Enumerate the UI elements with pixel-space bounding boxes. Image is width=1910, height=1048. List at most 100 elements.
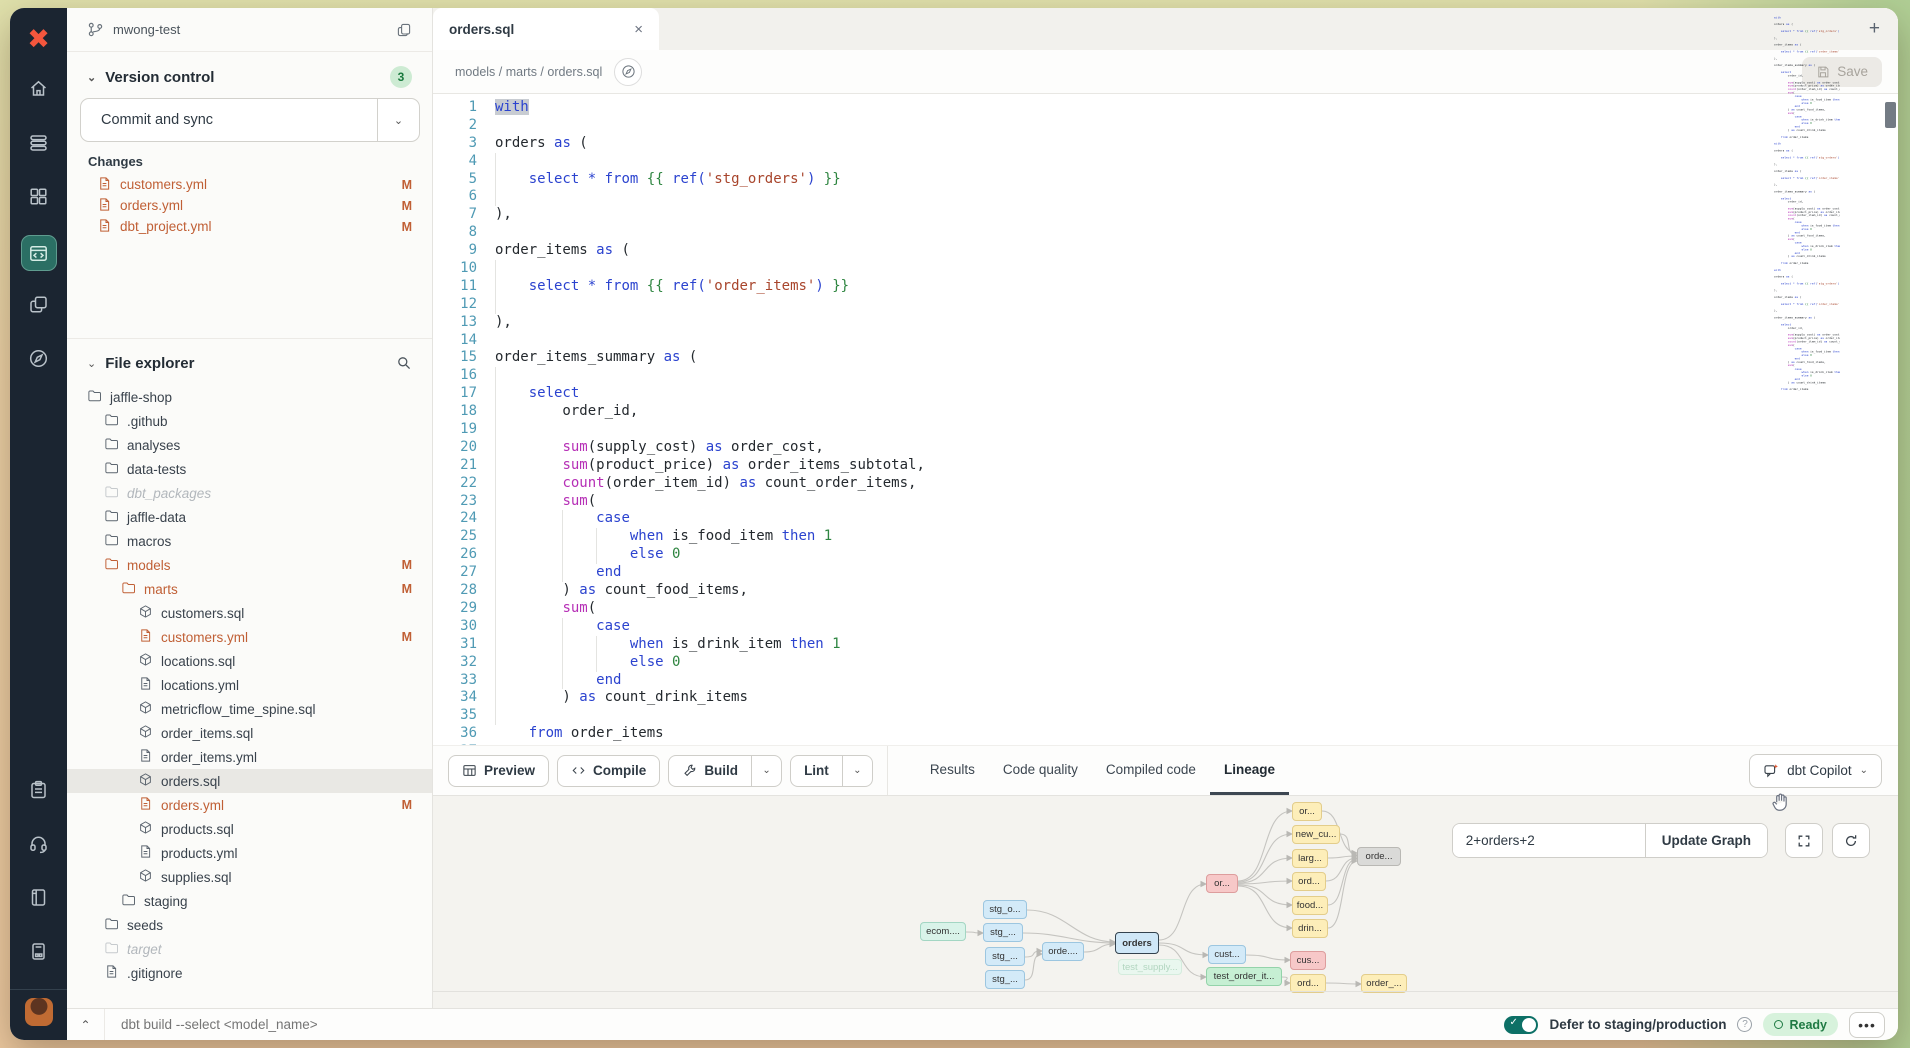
lineage-node[interactable]: food... <box>1292 896 1328 915</box>
tree-item-order_items.yml[interactable]: order_items.yml <box>67 745 432 769</box>
code-line[interactable]: 7), <box>433 206 1898 224</box>
tree-item-orders.yml[interactable]: orders.ymlM <box>67 793 432 817</box>
tree-item-order_items.sql[interactable]: order_items.sql <box>67 721 432 745</box>
code-line[interactable]: 28 ) as count_food_items, <box>433 582 1898 600</box>
lineage-node[interactable]: stg_... <box>985 947 1025 966</box>
code-line[interactable]: 11 select * from {{ ref('order_items') }… <box>433 278 1898 296</box>
tree-item-products.sql[interactable]: products.sql <box>67 817 432 841</box>
defer-toggle[interactable]: ✓ <box>1504 1016 1538 1034</box>
tree-item-macros[interactable]: macros <box>67 529 432 553</box>
lineage-node[interactable]: orde... <box>1357 847 1401 866</box>
rail-item-home[interactable] <box>10 64 67 118</box>
tree-item-orders.sql[interactable]: orders.sql <box>67 769 432 793</box>
lineage-node[interactable]: ord... <box>1292 872 1326 891</box>
code-line[interactable]: 26 else 0 <box>433 546 1898 564</box>
lineage-node[interactable]: stg_o... <box>983 900 1027 919</box>
lineage-node[interactable]: new_cu... <box>1292 825 1340 844</box>
changed-file-row[interactable]: orders.ymlM <box>67 195 432 216</box>
commit-and-sync-button[interactable]: Commit and sync ⌄ <box>80 98 420 142</box>
help-icon[interactable]: ? <box>1737 1017 1752 1032</box>
avatar[interactable] <box>25 998 53 1026</box>
code-line[interactable]: 24 case <box>433 510 1898 528</box>
code-line[interactable]: 17 select <box>433 385 1898 403</box>
lint-button-group[interactable]: Lint ⌄ <box>790 755 873 787</box>
view-docs-button[interactable] <box>614 58 642 86</box>
code-line[interactable]: 8 <box>433 224 1898 242</box>
code-line[interactable]: 32 else 0 <box>433 654 1898 672</box>
code-line[interactable]: 18 order_id, <box>433 403 1898 421</box>
tree-item-jaffle-shop[interactable]: jaffle-shop <box>67 385 432 409</box>
rail-item-projects[interactable] <box>10 280 67 334</box>
lineage-node[interactable]: or... <box>1292 802 1322 821</box>
update-graph-button[interactable]: Update Graph <box>1645 824 1767 857</box>
code-line[interactable]: 5 select * from {{ ref('stg_orders') }} <box>433 171 1898 189</box>
code-line[interactable]: 29 sum( <box>433 600 1898 618</box>
lineage-node[interactable]: larg... <box>1292 849 1328 868</box>
code-line[interactable]: 6 <box>433 188 1898 206</box>
code-line[interactable]: 1with <box>433 99 1898 117</box>
tree-item-.gitignore[interactable]: .gitignore <box>67 961 432 985</box>
code-line[interactable]: 3orders as ( <box>433 135 1898 153</box>
code-line[interactable]: 33 end <box>433 672 1898 690</box>
tree-item-marts[interactable]: martsM <box>67 577 432 601</box>
lineage-node[interactable]: cust... <box>1208 945 1246 964</box>
tree-item-customers.sql[interactable]: customers.sql <box>67 601 432 625</box>
tree-item-products.yml[interactable]: products.yml <box>67 841 432 865</box>
changed-file-row[interactable]: customers.ymlM <box>67 174 432 195</box>
build-dropdown-toggle[interactable]: ⌄ <box>751 756 781 786</box>
rail-item-docs[interactable] <box>10 873 67 927</box>
code-line[interactable]: 14 <box>433 332 1898 350</box>
code-line[interactable]: 30 case <box>433 618 1898 636</box>
code-line[interactable]: 36 from order_items <box>433 725 1898 743</box>
code-line[interactable]: 2 <box>433 117 1898 135</box>
lineage-selector-input[interactable] <box>1453 824 1645 857</box>
tree-item-locations.sql[interactable]: locations.sql <box>67 649 432 673</box>
rail-item-environments[interactable] <box>10 118 67 172</box>
rail-item-apps[interactable] <box>10 172 67 226</box>
rail-item-develop-ide[interactable] <box>10 226 67 280</box>
result-tab-lineage[interactable]: Lineage <box>1210 746 1289 795</box>
code-line[interactable]: 22 count(order_item_id) as count_order_i… <box>433 475 1898 493</box>
refresh-button[interactable] <box>1832 823 1870 858</box>
lineage-node[interactable]: test_order_it... <box>1206 967 1282 986</box>
lineage-node[interactable]: orde.... <box>1042 942 1084 961</box>
dbt-copilot-button[interactable]: dbt Copilot ⌄ <box>1749 754 1882 788</box>
result-tab-results[interactable]: Results <box>916 746 989 795</box>
lineage-node[interactable]: ecom.... <box>920 922 966 941</box>
build-button-group[interactable]: Build ⌄ <box>668 755 782 787</box>
tree-item-analyses[interactable]: analyses <box>67 433 432 457</box>
editor-scrollbar[interactable] <box>1885 102 1896 128</box>
code-line[interactable]: 25 when is_food_item then 1 <box>433 528 1898 546</box>
lineage-node[interactable]: cus... <box>1290 951 1326 970</box>
close-tab-icon[interactable]: × <box>634 21 643 38</box>
tab-orders-sql[interactable]: orders.sql × <box>433 8 659 50</box>
status-badge[interactable]: Ready <box>1763 1013 1838 1036</box>
version-control-header[interactable]: ⌄ Version control 3 <box>87 66 412 88</box>
search-icon[interactable] <box>396 355 412 371</box>
file-explorer-header[interactable]: ⌄ File explorer <box>67 345 432 381</box>
code-line[interactable]: 9order_items as ( <box>433 242 1898 260</box>
more-options-button[interactable]: ••• <box>1849 1012 1885 1038</box>
tree-item-target[interactable]: target <box>67 937 432 961</box>
result-tab-compiled-code[interactable]: Compiled code <box>1092 746 1210 795</box>
tree-item-data-tests[interactable]: data-tests <box>67 457 432 481</box>
lineage-node[interactable]: orders <box>1115 932 1159 954</box>
new-tab-button[interactable]: + <box>1869 18 1880 40</box>
copy-icon[interactable] <box>396 22 412 38</box>
rail-item-support[interactable] <box>10 819 67 873</box>
code-line[interactable]: 27 end <box>433 564 1898 582</box>
dbt-command-input[interactable] <box>121 1017 621 1032</box>
tree-item-jaffle-data[interactable]: jaffle-data <box>67 505 432 529</box>
lineage-node[interactable]: stg_... <box>985 970 1025 989</box>
tree-item-.github[interactable]: .github <box>67 409 432 433</box>
tree-item-metricflow_time_spine.sql[interactable]: metricflow_time_spine.sql <box>67 697 432 721</box>
rail-item-checklist[interactable] <box>10 765 67 819</box>
result-tab-code-quality[interactable]: Code quality <box>989 746 1092 795</box>
code-line[interactable]: 4 <box>433 153 1898 171</box>
tree-item-customers.yml[interactable]: customers.ymlM <box>67 625 432 649</box>
compile-button[interactable]: Compile <box>557 755 660 787</box>
tree-item-locations.yml[interactable]: locations.yml <box>67 673 432 697</box>
lineage-node[interactable]: stg_... <box>983 923 1023 942</box>
code-line[interactable]: 20 sum(supply_cost) as order_cost, <box>433 439 1898 457</box>
tree-item-supplies.sql[interactable]: supplies.sql <box>67 865 432 889</box>
